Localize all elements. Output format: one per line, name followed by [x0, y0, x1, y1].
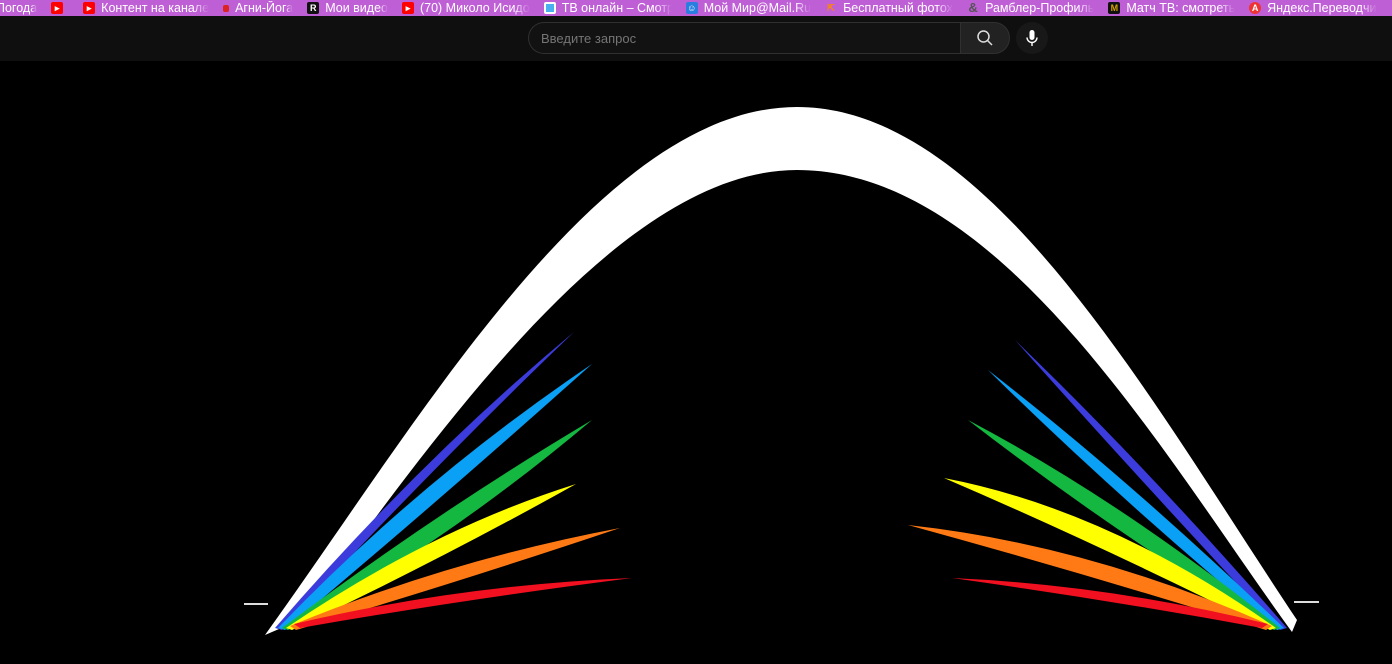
bookmark-my-videos[interactable]: R Мои видео — [307, 1, 388, 15]
translate-icon: A — [1249, 2, 1262, 14]
top-header — [0, 16, 1392, 61]
search-input[interactable] — [528, 22, 960, 54]
rutube-icon: R — [307, 2, 320, 14]
rambler-icon: & — [968, 0, 978, 15]
bookmark-mymir[interactable]: ☺ Мой Мир@Mail.Ru — [685, 1, 811, 15]
search-icon — [977, 30, 993, 46]
bookmarks-bar: Погода ▸ ▸ Контент на канале Агни-Йога RМ… — [0, 0, 1392, 16]
bookmark-content[interactable]: ▸ Контент на канале — [83, 1, 209, 15]
photo-icon: ⇱ — [827, 3, 835, 13]
video-frame-rainbow-arch — [244, 107, 1319, 635]
youtube-icon: ▸ — [51, 2, 64, 14]
bookmark-match-tv[interactable]: M Матч ТВ: смотреть — [1108, 1, 1235, 15]
bookmark-youtube[interactable]: ▸ — [51, 2, 69, 14]
right-rainbow-fan — [908, 340, 1287, 630]
bookmark-weather[interactable]: Погода — [0, 1, 37, 15]
mymir-icon: ☺ — [685, 2, 698, 14]
bookmark-mykolo[interactable]: ▸ (70) Миколо Исидо — [401, 1, 530, 15]
bookmark-photohosting[interactable]: ⇱Бесплатный фотохостинг — [825, 1, 953, 15]
tv-icon — [543, 2, 556, 14]
bookmark-tv-online[interactable]: ТВ онлайн – Смотреть — [543, 1, 672, 15]
match-tv-icon: M — [1108, 2, 1121, 14]
bookmark-icon — [223, 4, 230, 12]
bookmark-rambler[interactable]: & Рамблер-Профиль — [967, 1, 1094, 15]
bookmark-yandex-translate[interactable]: A Яндекс.Переводчик — [1249, 1, 1377, 15]
youtube-icon: ▸ — [83, 2, 96, 14]
voice-search-button[interactable] — [1016, 22, 1048, 54]
bookmark-agni-yoga[interactable]: Агни-Йога — [223, 1, 293, 15]
search-button[interactable] — [960, 22, 1010, 54]
microphone-icon — [1026, 30, 1038, 46]
youtube-icon: ▸ — [401, 2, 414, 14]
